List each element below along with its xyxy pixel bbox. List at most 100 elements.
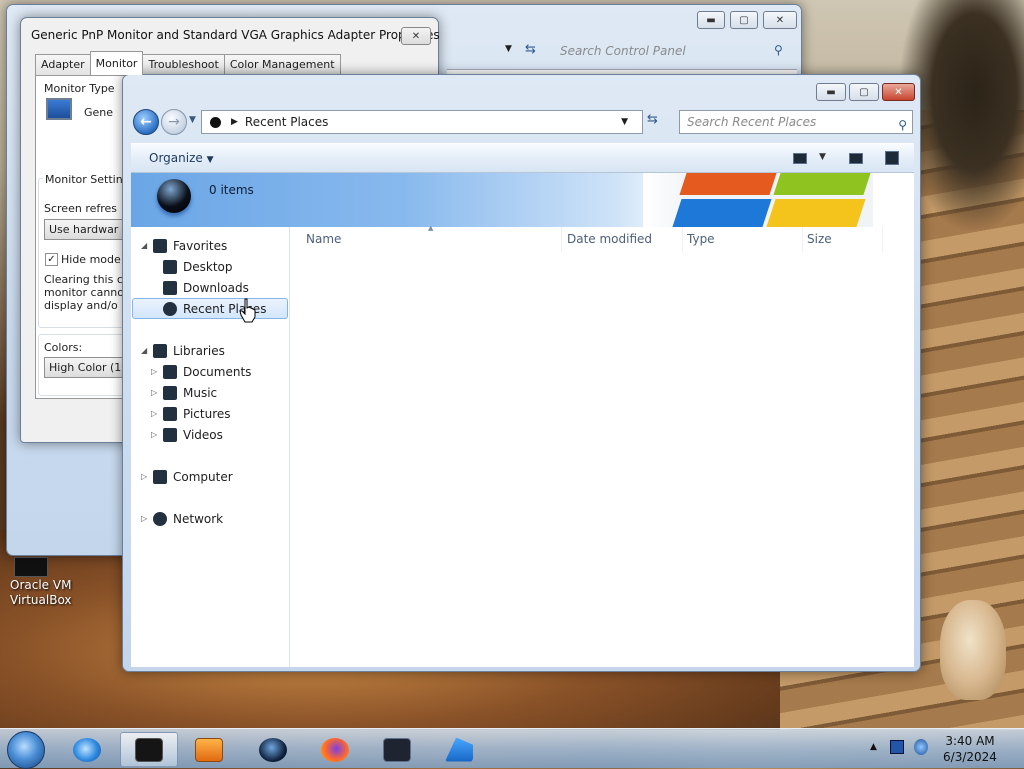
system-clock[interactable]: 3:40 AM 6/3/2024 bbox=[930, 733, 1010, 765]
dropdown-arrow-icon[interactable]: ▼ bbox=[505, 44, 512, 54]
collapsed-triangle-icon[interactable]: ▷ bbox=[141, 472, 147, 481]
collapsed-triangle-icon[interactable]: ▷ bbox=[151, 409, 157, 418]
monitor-name: Gene bbox=[84, 106, 114, 119]
media-player-icon bbox=[195, 737, 223, 762]
control-panel-close-button[interactable]: ✕ bbox=[763, 11, 797, 29]
nav-desktop[interactable]: Desktop bbox=[131, 256, 289, 277]
chevron-down-icon: ▼ bbox=[206, 155, 214, 165]
address-dropdown-icon[interactable]: ▼ bbox=[621, 117, 628, 127]
collapsed-triangle-icon[interactable]: ▷ bbox=[151, 367, 157, 376]
nav-libraries[interactable]: ◢ Libraries bbox=[131, 340, 289, 361]
nav-videos-label: Videos bbox=[183, 427, 223, 442]
explorer-window[interactable]: ▬ ▢ ✕ ← → ▼ ▶ Recent Places ▼ ⇆ Search R… bbox=[122, 74, 921, 672]
expand-triangle-icon[interactable]: ◢ bbox=[141, 241, 147, 250]
nav-downloads[interactable]: Downloads bbox=[131, 277, 289, 298]
desktop-icon bbox=[163, 259, 177, 274]
taskbar-firefox[interactable] bbox=[306, 732, 364, 767]
tab-color-management[interactable]: Color Management bbox=[223, 54, 341, 75]
search-placeholder: Search Recent Places bbox=[687, 115, 817, 129]
hide-modes-checkbox[interactable]: ✓ bbox=[45, 253, 58, 266]
collapsed-triangle-icon[interactable]: ▷ bbox=[141, 514, 147, 523]
nav-pictures-label: Pictures bbox=[183, 406, 231, 421]
taskbar-globe-app[interactable] bbox=[244, 732, 302, 767]
explorer-minimize-button[interactable]: ▬ bbox=[816, 83, 846, 101]
nav-computer[interactable]: ▷ Computer bbox=[131, 466, 289, 487]
hamster-image bbox=[940, 600, 1006, 700]
screen-refresh-label: Screen refres bbox=[44, 202, 118, 215]
collapsed-triangle-icon[interactable]: ▷ bbox=[151, 430, 157, 439]
nav-network[interactable]: ▷ Network bbox=[131, 508, 289, 529]
refresh-icon[interactable]: ⇆ bbox=[525, 42, 536, 57]
column-header-size[interactable]: Size bbox=[803, 227, 883, 252]
control-panel-minimize-button[interactable]: ▬ bbox=[697, 11, 725, 29]
nav-downloads-label: Downloads bbox=[183, 280, 249, 295]
taskbar-windows-explorer[interactable] bbox=[120, 732, 178, 767]
nav-pictures[interactable]: ▷ Pictures bbox=[131, 403, 289, 424]
refresh-icon[interactable]: ⇆ bbox=[647, 112, 658, 127]
libraries-icon bbox=[153, 343, 167, 358]
dialog-tabs: Adapter Monitor Troubleshoot Color Manag… bbox=[35, 51, 341, 75]
view-options-chevron-icon[interactable]: ▼ bbox=[819, 152, 826, 162]
clock-date: 6/3/2024 bbox=[943, 750, 997, 764]
network-tray-icon[interactable] bbox=[890, 740, 904, 754]
firefox-icon bbox=[321, 737, 349, 762]
nav-music[interactable]: ▷ Music bbox=[131, 382, 289, 403]
videos-icon bbox=[163, 427, 177, 442]
breadcrumb-chevron-icon[interactable]: ▶ bbox=[231, 117, 238, 127]
tab-adapter[interactable]: Adapter bbox=[35, 54, 91, 75]
column-header-date-modified[interactable]: Date modified bbox=[563, 227, 683, 252]
file-list-pane[interactable]: ▲ Name Date modified Type Size bbox=[290, 224, 914, 667]
virtualbox-desktop-icon[interactable] bbox=[14, 557, 48, 577]
column-header-name[interactable]: Name bbox=[302, 227, 562, 252]
start-button[interactable] bbox=[7, 731, 45, 769]
music-icon bbox=[163, 385, 177, 400]
monitor-type-label: Monitor Type bbox=[44, 82, 115, 95]
taskbar-wireshark[interactable] bbox=[430, 732, 488, 767]
control-panel-maximize-button[interactable]: ▢ bbox=[730, 11, 758, 29]
explorer-maximize-button[interactable]: ▢ bbox=[849, 83, 879, 101]
control-panel-search-input[interactable]: Search Control Panel bbox=[560, 44, 686, 58]
downloads-icon bbox=[163, 280, 177, 295]
shark-fin-icon bbox=[445, 737, 473, 762]
nav-videos[interactable]: ▷ Videos bbox=[131, 424, 289, 445]
nav-documents[interactable]: ▷ Documents bbox=[131, 361, 289, 382]
nav-libraries-label: Libraries bbox=[173, 343, 225, 358]
search-icon[interactable]: ⚲ bbox=[774, 43, 783, 57]
help-icon[interactable] bbox=[885, 151, 899, 165]
search-input[interactable]: Search Recent Places ⚲ bbox=[679, 110, 913, 134]
column-header-type[interactable]: Type bbox=[683, 227, 803, 252]
recent-pages-chevron-icon[interactable]: ▼ bbox=[189, 115, 196, 125]
explorer-navigation-bar: ← → ▼ ▶ Recent Places ▼ ⇆ Search Recent … bbox=[131, 107, 913, 135]
nav-music-label: Music bbox=[183, 385, 218, 400]
volume-tray-icon[interactable] bbox=[914, 739, 928, 755]
explorer-folder-icon bbox=[135, 737, 163, 762]
forward-button[interactable]: → bbox=[161, 109, 187, 135]
taskbar-internet-explorer[interactable] bbox=[58, 732, 116, 767]
show-hidden-icons-chevron[interactable]: ▲ bbox=[870, 742, 877, 752]
items-count: 0 items bbox=[209, 183, 254, 197]
dialog-close-button[interactable]: ✕ bbox=[401, 27, 431, 45]
address-bar[interactable]: ▶ Recent Places ▼ bbox=[201, 110, 643, 134]
breadcrumb-recent-places[interactable]: Recent Places bbox=[245, 115, 328, 129]
windows-logo-banner-image bbox=[643, 173, 873, 227]
nav-favorites[interactable]: ◢ Favorites bbox=[131, 235, 289, 256]
preview-pane-icon[interactable] bbox=[849, 153, 863, 164]
organize-button[interactable]: Organize ▼ bbox=[149, 151, 214, 165]
tab-troubleshoot[interactable]: Troubleshoot bbox=[142, 54, 225, 75]
nav-desktop-label: Desktop bbox=[183, 259, 233, 274]
command-bar: Organize ▼ ▼ bbox=[131, 143, 914, 173]
expand-triangle-icon[interactable]: ◢ bbox=[141, 346, 147, 355]
explorer-close-button[interactable]: ✕ bbox=[882, 83, 915, 101]
taskbar-remote-app[interactable] bbox=[368, 732, 426, 767]
taskbar-media-player[interactable] bbox=[180, 732, 238, 767]
nav-documents-label: Documents bbox=[183, 364, 252, 379]
collapsed-triangle-icon[interactable]: ▷ bbox=[151, 388, 157, 397]
tab-monitor[interactable]: Monitor bbox=[89, 51, 144, 75]
search-icon[interactable]: ⚲ bbox=[898, 114, 907, 136]
nav-recent-places[interactable]: Recent Places bbox=[132, 298, 288, 319]
virtualbox-desktop-label[interactable]: Oracle VM VirtualBox bbox=[10, 578, 100, 608]
clearing-text-line2: monitor canno bbox=[44, 286, 124, 299]
change-view-icon[interactable] bbox=[793, 153, 807, 164]
recent-places-icon bbox=[163, 301, 177, 316]
back-button[interactable]: ← bbox=[133, 109, 159, 135]
